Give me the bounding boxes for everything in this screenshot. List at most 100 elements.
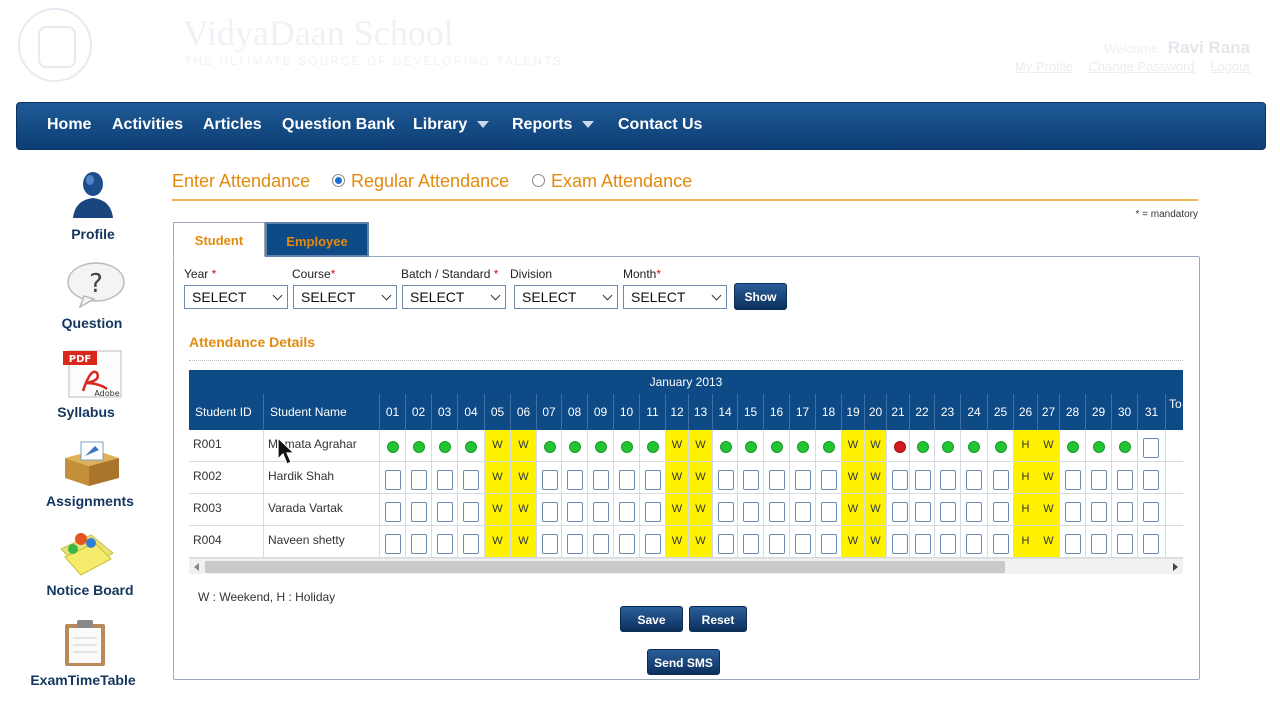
attendance-cell[interactable] xyxy=(1060,430,1086,462)
attendance-checkbox[interactable] xyxy=(437,502,453,522)
present-status-icon[interactable] xyxy=(942,441,954,453)
attendance-checkbox[interactable] xyxy=(743,502,759,522)
attendance-cell[interactable] xyxy=(961,462,988,494)
attendance-cell[interactable] xyxy=(458,462,485,494)
attendance-cell[interactable] xyxy=(406,494,432,526)
division-select[interactable]: SELECT xyxy=(514,285,618,309)
attendance-checkbox[interactable] xyxy=(1065,470,1081,490)
attendance-checkbox[interactable] xyxy=(463,502,479,522)
attendance-cell[interactable] xyxy=(816,526,842,558)
attendance-cell[interactable] xyxy=(1112,526,1138,558)
attendance-cell[interactable] xyxy=(961,494,988,526)
scrollbar-thumb[interactable] xyxy=(205,561,1005,573)
attendance-cell[interactable] xyxy=(790,430,816,462)
attendance-checkbox[interactable] xyxy=(1143,470,1159,490)
attendance-cell[interactable] xyxy=(640,430,666,462)
attendance-cell[interactable] xyxy=(988,430,1014,462)
attendance-cell[interactable] xyxy=(1112,430,1138,462)
attendance-cell[interactable] xyxy=(640,526,666,558)
attendance-cell[interactable] xyxy=(738,430,764,462)
attendance-cell[interactable] xyxy=(1086,430,1112,462)
attendance-checkbox[interactable] xyxy=(795,534,811,554)
attendance-cell[interactable] xyxy=(562,462,588,494)
attendance-cell[interactable] xyxy=(1138,430,1166,462)
attendance-cell[interactable] xyxy=(961,430,988,462)
attendance-cell[interactable] xyxy=(790,494,816,526)
attendance-checkbox[interactable] xyxy=(940,470,956,490)
my-profile-link[interactable]: My Profile xyxy=(1015,59,1073,74)
attendance-checkbox[interactable] xyxy=(1091,502,1107,522)
present-status-icon[interactable] xyxy=(1067,441,1079,453)
attendance-cell[interactable] xyxy=(380,462,406,494)
attendance-checkbox[interactable] xyxy=(993,470,1009,490)
logout-link[interactable]: Logout xyxy=(1210,59,1250,74)
attendance-cell[interactable] xyxy=(1138,494,1166,526)
attendance-cell[interactable] xyxy=(1138,462,1166,494)
attendance-checkbox[interactable] xyxy=(1117,470,1133,490)
attendance-checkbox[interactable] xyxy=(718,502,734,522)
attendance-checkbox[interactable] xyxy=(463,534,479,554)
send-sms-button[interactable]: Send SMS xyxy=(647,649,720,675)
year-select[interactable]: SELECT xyxy=(184,285,288,309)
sidebar-item-profile[interactable]: Profile xyxy=(28,170,158,246)
nav-contact-us[interactable]: Contact Us xyxy=(618,116,702,134)
attendance-cell[interactable] xyxy=(910,494,935,526)
attendance-cell[interactable] xyxy=(562,526,588,558)
attendance-checkbox[interactable] xyxy=(940,534,956,554)
attendance-cell[interactable] xyxy=(406,526,432,558)
attendance-cell[interactable] xyxy=(764,494,790,526)
attendance-cell[interactable] xyxy=(887,430,910,462)
attendance-cell[interactable] xyxy=(432,462,458,494)
present-status-icon[interactable] xyxy=(968,441,980,453)
present-status-icon[interactable] xyxy=(413,441,425,453)
attendance-cell[interactable] xyxy=(380,526,406,558)
attendance-cell[interactable] xyxy=(458,494,485,526)
attendance-cell[interactable] xyxy=(406,430,432,462)
sidebar-item-assignments[interactable]: Assignments xyxy=(25,438,155,510)
attendance-cell[interactable] xyxy=(614,430,640,462)
attendance-checkbox[interactable] xyxy=(385,502,401,522)
sidebar-item-exam-timetable[interactable]: ExamTimeTable xyxy=(18,618,148,690)
present-status-icon[interactable] xyxy=(917,441,929,453)
attendance-checkbox[interactable] xyxy=(743,470,759,490)
show-button[interactable]: Show xyxy=(734,283,787,310)
attendance-cell[interactable] xyxy=(588,526,614,558)
sidebar-item-syllabus[interactable]: PDF Adobe Syllabus xyxy=(21,349,151,421)
attendance-checkbox[interactable] xyxy=(821,470,837,490)
change-password-link[interactable]: Change Password xyxy=(1088,59,1194,74)
sidebar-item-notice-board[interactable]: Notice Board xyxy=(25,527,155,599)
attendance-checkbox[interactable] xyxy=(463,470,479,490)
attendance-checkbox[interactable] xyxy=(821,534,837,554)
exam-attendance-radio[interactable] xyxy=(532,174,545,187)
attendance-checkbox[interactable] xyxy=(892,534,908,554)
attendance-checkbox[interactable] xyxy=(645,534,661,554)
attendance-checkbox[interactable] xyxy=(993,534,1009,554)
attendance-cell[interactable] xyxy=(887,462,910,494)
attendance-checkbox[interactable] xyxy=(769,470,785,490)
present-status-icon[interactable] xyxy=(1093,441,1105,453)
present-status-icon[interactable] xyxy=(544,441,556,453)
attendance-cell[interactable] xyxy=(961,526,988,558)
attendance-checkbox[interactable] xyxy=(437,470,453,490)
attendance-cell[interactable] xyxy=(1138,526,1166,558)
attendance-cell[interactable] xyxy=(988,462,1014,494)
present-status-icon[interactable] xyxy=(647,441,659,453)
attendance-cell[interactable] xyxy=(790,462,816,494)
nav-library[interactable]: Library xyxy=(413,116,490,134)
present-status-icon[interactable] xyxy=(569,441,581,453)
attendance-cell[interactable] xyxy=(713,462,738,494)
attendance-cell[interactable] xyxy=(588,462,614,494)
attendance-checkbox[interactable] xyxy=(743,534,759,554)
attendance-cell[interactable] xyxy=(910,526,935,558)
attendance-checkbox[interactable] xyxy=(718,470,734,490)
present-status-icon[interactable] xyxy=(595,441,607,453)
attendance-checkbox[interactable] xyxy=(619,470,635,490)
attendance-checkbox[interactable] xyxy=(940,502,956,522)
attendance-cell[interactable] xyxy=(380,494,406,526)
attendance-cell[interactable] xyxy=(640,494,666,526)
regular-attendance-radio[interactable] xyxy=(332,174,345,187)
attendance-checkbox[interactable] xyxy=(385,534,401,554)
grid-horizontal-scrollbar[interactable] xyxy=(189,558,1183,574)
present-status-icon[interactable] xyxy=(745,441,757,453)
nav-activities[interactable]: Activities xyxy=(112,116,183,134)
